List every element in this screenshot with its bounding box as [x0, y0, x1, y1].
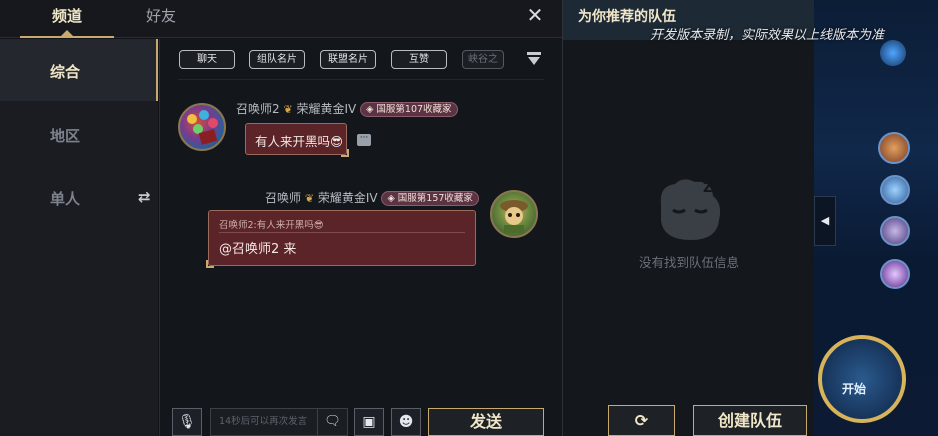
active-tab-caret [61, 30, 73, 36]
sender-rank: 荣耀黄金IV [296, 102, 357, 116]
play-button[interactable] [818, 335, 906, 423]
message-sender-line: 召唤师 ❦ 荣耀黄金IV ◈ 国服第157收藏家 [265, 189, 479, 206]
smiley-icon[interactable]: ☻ [391, 408, 421, 436]
rank-icon: ❦ [304, 192, 315, 205]
filter-bar: 聊天 组队名片 联盟名片 互赞 峡谷之 [160, 39, 563, 79]
filter-divider [178, 79, 544, 80]
filter-chip-team-card[interactable]: 组队名片 [249, 50, 305, 69]
tab-channel[interactable]: 频道 [52, 5, 82, 26]
image-icon[interactable]: ▣ [354, 408, 384, 436]
avatar-image-icon [187, 110, 218, 145]
collapse-icon[interactable]: ◀ [814, 196, 836, 246]
play-button-label: 开始 [842, 382, 867, 396]
message-bubble[interactable]: 召唤师2:有人来开黑吗😎 @召唤师2 来 [206, 210, 476, 268]
message-bubble[interactable]: 有人来开黑吗😎 [245, 123, 349, 157]
collector-badge: ◈ 国服第107收藏家 [360, 102, 458, 117]
create-team-button[interactable]: 创建队伍 [693, 405, 807, 436]
team-panel-title: 为你推荐的队伍 [578, 9, 676, 25]
swap-icon[interactable]: ⇄ [138, 188, 151, 206]
voice-toggle-icon[interactable]: 🎙 [172, 408, 202, 436]
active-tab-underline [20, 36, 114, 38]
collector-badge: ◈ 国服第157收藏家 [381, 191, 479, 206]
channel-nav: 综合 地区 单人 ⇄ [0, 39, 158, 436]
menu-icon[interactable] [526, 51, 542, 67]
filter-chip-league-card[interactable]: 联盟名片 [320, 50, 376, 69]
sender-rank: 荣耀黄金IV [317, 191, 378, 205]
svg-text:Z: Z [711, 178, 718, 189]
sleeping-poro-icon: Z Z [660, 178, 721, 240]
filter-chip-rift[interactable]: 峡谷之 [462, 50, 504, 69]
hero-icon[interactable] [880, 175, 910, 205]
nav-item-label: 地区 [50, 127, 81, 145]
quote-divider [219, 232, 465, 233]
empty-team-message: 没有找到队伍信息 [638, 255, 739, 270]
team-panel: 为你推荐的队伍 Z Z 没有找到队伍信息 ⟳ 创建队伍 [562, 0, 815, 436]
nav-item-general[interactable]: 综合 [0, 39, 158, 101]
nav-item-label: 单人 [50, 190, 81, 208]
reply-quote: 召唤师2:有人来开黑吗😎 [219, 220, 324, 231]
filter-chip-chat[interactable]: 聊天 [179, 50, 235, 69]
chat-area: 聊天 组队名片 联盟名片 互赞 峡谷之 召唤师2 ❦ 荣耀黄金IV ◈ 国服第1… [159, 39, 562, 436]
hero-icon[interactable] [878, 132, 910, 164]
channel-tab-bar: 频道 好友 ✕ [0, 0, 562, 38]
message-sender-line: 召唤师2 ❦ 荣耀黄金IV ◈ 国服第107收藏家 [236, 100, 458, 117]
more-icon[interactable]: ··· [357, 134, 371, 146]
message-text: @召唤师2 来 [219, 242, 297, 257]
hero-icon[interactable] [880, 40, 906, 66]
sender-name[interactable]: 召唤师 [265, 191, 301, 205]
avatar[interactable] [490, 190, 538, 238]
chat-input-placeholder: 14秒后可以再次发言 [219, 416, 308, 427]
hero-icon[interactable] [880, 216, 910, 246]
chat-input[interactable]: 14秒后可以再次发言 🗨 [210, 408, 348, 436]
close-icon[interactable]: ✕ [524, 4, 546, 26]
message-text: 有人来开黑吗😎 [255, 134, 344, 149]
refresh-icon: ⟳ [634, 411, 649, 430]
tab-friends[interactable]: 好友 [146, 5, 176, 26]
nav-item-single[interactable]: 单人 ⇄ [0, 166, 158, 228]
refresh-button[interactable]: ⟳ [608, 405, 675, 436]
sender-name[interactable]: 召唤师2 [236, 102, 280, 116]
avatar[interactable] [178, 103, 226, 151]
nav-item-region[interactable]: 地区 [0, 103, 158, 165]
filter-chip-like[interactable]: 互赞 [391, 50, 447, 69]
send-button[interactable]: 发送 [428, 408, 544, 436]
emote-icon[interactable]: 🗨 [317, 409, 347, 435]
avatar-image-icon [500, 200, 528, 233]
dev-notice: 开发版本录制，实际效果以上线版本为准 [650, 28, 885, 43]
nav-item-label: 综合 [50, 63, 81, 81]
chat-input-bar: 🎙 14秒后可以再次发言 🗨 ▣ ☻ 发送 [160, 404, 563, 436]
rank-icon: ❦ [283, 103, 293, 116]
hero-icon[interactable] [880, 259, 910, 289]
